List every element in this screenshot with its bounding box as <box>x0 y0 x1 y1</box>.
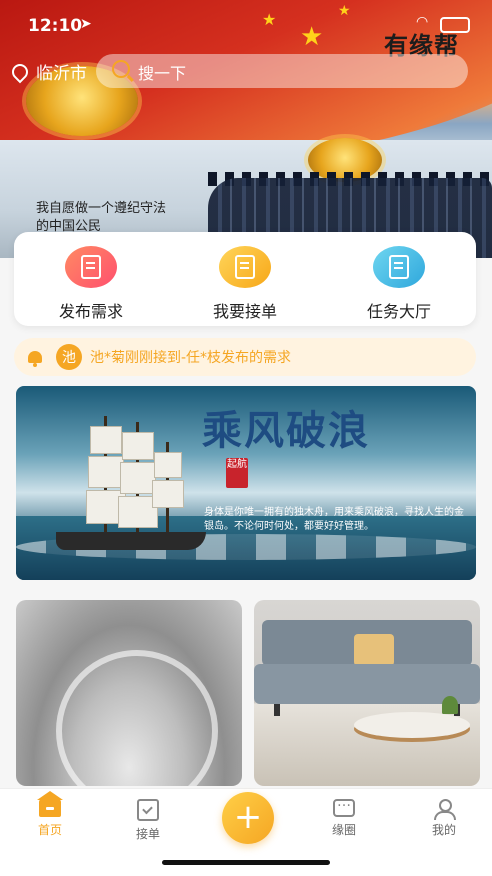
poster-title: 乘风破浪 <box>202 407 370 454</box>
task-list-icon <box>373 246 425 288</box>
notice-text: 池*菊刚刚接到-任*枝发布的需求 <box>90 350 292 366</box>
action-label: 我要接单 <box>212 302 277 321</box>
coffee-table <box>354 712 470 738</box>
ship-sail <box>120 462 156 494</box>
ship-sail <box>122 432 154 460</box>
action-label: 任务大厅 <box>366 302 431 321</box>
tab-label: 接单 <box>135 827 160 841</box>
plant <box>442 696 458 714</box>
order-icon <box>137 799 159 821</box>
tab-orders[interactable]: 接单 <box>118 799 178 842</box>
ship-sail <box>88 456 124 488</box>
ship-hull <box>56 532 206 550</box>
tab-label: 首页 <box>37 823 62 837</box>
tab-home[interactable]: 首页 <box>20 791 80 838</box>
tab-label: 缘圈 <box>331 823 356 837</box>
take-order-button[interactable]: 我要接单 <box>168 232 322 326</box>
user-icon <box>433 799 456 820</box>
tab-me[interactable]: 我的 <box>414 799 474 838</box>
home-icon <box>37 791 63 817</box>
product-card[interactable] <box>16 600 242 786</box>
quick-actions: 发布需求 我要接单 任务大厅 <box>14 232 476 326</box>
tab-label: 我的 <box>431 823 456 837</box>
location-arrow-icon: ➤ <box>80 16 92 32</box>
avatar: 池 <box>56 344 82 370</box>
product-image <box>56 650 218 786</box>
poster-copy: 身体是你唯一拥有的独木舟，用来乘风破浪，寻找人生的金银岛。不论何时何处，都要好好… <box>204 507 464 532</box>
sofa-pillow <box>354 634 394 666</box>
promo-poster[interactable]: 乘风破浪 起航 身体是你唯一拥有的独木舟，用来乘风破浪，寻找人生的金银岛。不论何… <box>16 386 476 580</box>
tab-circle[interactable]: 缘圈 <box>314 794 374 838</box>
add-button[interactable]: + <box>222 792 274 844</box>
home-indicator <box>162 860 330 865</box>
star-icon: ★ <box>338 3 351 19</box>
sofa-leg <box>274 704 280 716</box>
action-label: 发布需求 <box>58 302 123 321</box>
publish-request-button[interactable]: 发布需求 <box>14 232 168 326</box>
doc-check-icon <box>219 246 271 288</box>
edit-doc-icon <box>65 246 117 288</box>
ship-sail <box>90 426 122 454</box>
star-icon: ★ <box>262 10 277 29</box>
search-icon <box>112 60 130 78</box>
poster-seal: 起航 <box>226 458 248 488</box>
ship-sail <box>152 480 184 508</box>
chat-icon <box>333 794 355 817</box>
bell-icon <box>28 351 42 367</box>
product-card[interactable] <box>254 600 480 786</box>
city-selector[interactable]: 临沂市 <box>36 59 87 84</box>
task-hall-button[interactable]: 任务大厅 <box>322 232 476 326</box>
search-placeholder[interactable]: 搜一下 <box>138 60 186 84</box>
ship-sail <box>154 452 182 478</box>
status-time: 12:10 <box>28 16 83 36</box>
star-icon: ★ <box>300 22 324 52</box>
notice-ticker[interactable]: 池 池*菊刚刚接到-任*枝发布的需求 <box>14 338 476 376</box>
